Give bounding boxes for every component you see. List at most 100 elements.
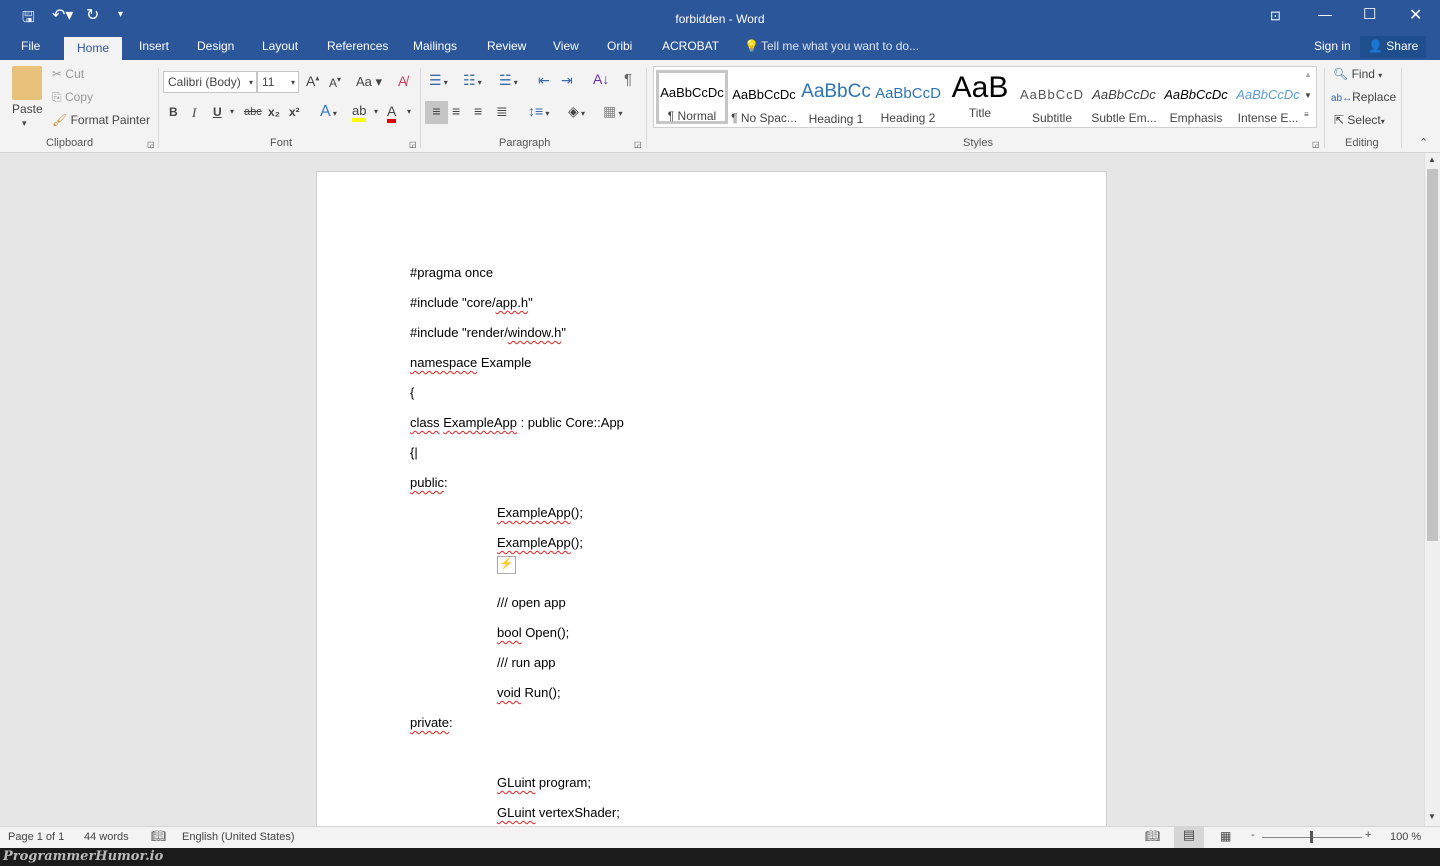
shrink-font-icon[interactable]: A▾ [329,75,341,90]
text-run: { [410,385,415,400]
grow-font-icon[interactable]: A▴ [306,73,319,89]
decrease-indent-icon[interactable]: ⇤ [538,72,550,89]
font-color-icon[interactable]: A [387,103,397,123]
style-subtle-em[interactable]: AaBbCcDc Subtle Em... [1088,75,1160,131]
font-size-select[interactable]: 11 ▾ [257,71,299,93]
scroll-up-icon[interactable]: ▲ [1428,155,1436,164]
font-color-dropdown-icon[interactable]: ▾ [407,107,411,116]
italic-button[interactable]: I [192,105,196,121]
page-count[interactable]: Page 1 of 1 [8,831,64,843]
tab-design[interactable]: Design [197,39,234,53]
word-count[interactable]: 44 words [84,831,129,843]
zoom-in-button[interactable]: + [1365,829,1371,841]
print-layout-icon[interactable]: ▤ [1174,827,1204,848]
tab-home[interactable]: Home [64,37,123,60]
style-heading-2[interactable]: AaBbCcD Heading 2 [872,75,944,131]
zoom-slider-thumb[interactable] [1310,831,1313,843]
style-subtitle[interactable]: AaBbCcD Subtitle [1016,75,1088,131]
sort-icon[interactable]: A↓ [593,71,609,87]
style-normal[interactable]: AaBbCcDc ¶ Normal [656,70,728,124]
highlight-dropdown-icon[interactable]: ▾ [374,107,378,116]
paragraph-launcher-icon[interactable]: ◲ [634,140,642,149]
select-button[interactable]: ⇱ Select▾ [1334,113,1385,127]
paste-icon[interactable] [12,66,42,100]
scroll-down-icon[interactable]: ▼ [1428,812,1436,821]
style-intense-e[interactable]: AaBbCcDc Intense E... [1232,75,1304,131]
language[interactable]: English (United States) [182,831,295,843]
paste-dropdown-icon[interactable]: ▾ [22,118,27,129]
share-button[interactable]: 👤 Share [1360,36,1427,58]
replace-button[interactable]: ab↔Replace [1331,90,1396,104]
increase-indent-icon[interactable]: ⇥ [561,72,573,89]
numbering-icon[interactable]: ☷ ▾ [463,72,482,89]
collapse-ribbon-icon[interactable]: ⌃ [1419,136,1428,149]
text-run: : [449,715,453,730]
format-painter-button[interactable]: 🖌 Format Painter [52,113,150,127]
align-right-button[interactable]: ≡ [474,103,482,119]
tab-acrobat[interactable]: ACROBAT [662,39,719,53]
tab-view[interactable]: View [553,39,579,53]
highlight-icon[interactable]: ab [352,103,367,122]
align-center-button[interactable]: ≡ [452,103,460,119]
line-spacing-icon[interactable]: ↕≡ ▾ [528,103,549,119]
justify-button[interactable]: ≣ [496,103,508,120]
tab-oribi[interactable]: Oribi [607,39,632,53]
style-emphasis[interactable]: AaBbCcDc Emphasis [1160,75,1232,131]
find-button[interactable]: 🔍︎ Find ▾ [1333,67,1382,81]
style-name: Intense E... [1237,111,1299,125]
copy-button[interactable]: ⎘ Copy [52,90,93,105]
style-heading-1[interactable]: AaBbCc Heading 1 [800,75,872,131]
styles-launcher-icon[interactable]: ◲ [1312,140,1320,149]
shading-icon[interactable]: ◈ ▾ [568,103,585,120]
gallery-down-icon[interactable]: ▼ [1304,91,1312,100]
tab-mailings[interactable]: Mailings [413,39,457,53]
scrollbar-thumb[interactable] [1427,169,1438,541]
bold-button[interactable]: B [169,105,178,119]
scissors-icon: ✂ [52,67,63,81]
vertical-scrollbar[interactable]: ▲ ▼ [1424,153,1440,826]
font-name-select[interactable]: Calibri (Body) ▾ [163,71,257,93]
document-page[interactable]: #pragma once #include "core/app.h" #includ… [316,171,1107,826]
gallery-up-icon[interactable]: ▲ [1304,70,1312,79]
tab-review[interactable]: Review [487,39,526,53]
tab-file[interactable]: File [21,39,40,53]
tell-me-input[interactable]: Tell me what you want to do... [761,39,919,53]
read-mode-icon[interactable]: 📖︎ [1145,829,1160,843]
tab-insert[interactable]: Insert [139,39,169,53]
tab-layout[interactable]: Layout [262,39,298,53]
tab-references[interactable]: References [327,39,388,53]
superscript-button[interactable]: x² [289,105,300,119]
style-no-spac[interactable]: AaBbCcDc ¶ No Spac... [728,75,800,131]
proofing-icon[interactable]: 📖︎ [151,829,166,843]
cut-button[interactable]: ✂ Cut [52,67,84,81]
paste-button[interactable]: Paste [12,102,43,116]
bullets-icon[interactable]: ☰ ▾ [429,72,448,89]
editing-group-label: Editing [1345,137,1379,149]
underline-dropdown-icon[interactable]: ▾ [230,107,234,116]
font-launcher-icon[interactable]: ◲ [409,140,417,149]
document-line: class ExampleApp : public Core::App [410,415,624,430]
maximize-button[interactable]: ☐ [1363,5,1376,23]
sign-in-link[interactable]: Sign in [1314,39,1351,53]
minimize-button[interactable]: — [1318,6,1332,22]
change-case-button[interactable]: Aa ▾ [356,74,382,90]
underline-button[interactable]: U [213,105,222,119]
text-effects-icon[interactable]: A ▾ [320,103,337,121]
show-formatting-icon[interactable]: ¶ [624,71,632,88]
gallery-more-icon[interactable]: ≡ [1304,110,1309,119]
subscript-button[interactable]: x₂ [268,105,280,119]
paste-options-icon[interactable]: ⚡ [497,556,516,574]
strikethrough-button[interactable]: abc [244,106,262,118]
misspelled-word: private [410,715,450,730]
borders-icon[interactable]: ▦ ▾ [603,103,622,120]
clipboard-launcher-icon[interactable]: ◲ [147,140,155,149]
zoom-level[interactable]: 100 % [1390,831,1421,843]
style-title[interactable]: AaB Title [944,71,1016,131]
multilevel-list-icon[interactable]: ☱ ▾ [499,72,518,89]
close-button[interactable]: ✕ [1409,5,1422,25]
zoom-out-button[interactable]: - [1251,829,1255,841]
clear-formatting-icon[interactable]: A̸ [398,73,407,89]
ribbon-display-icon[interactable]: ⊡ [1270,8,1281,24]
align-left-button[interactable]: ≡ [425,101,448,124]
web-layout-icon[interactable]: ▦ [1220,829,1231,843]
